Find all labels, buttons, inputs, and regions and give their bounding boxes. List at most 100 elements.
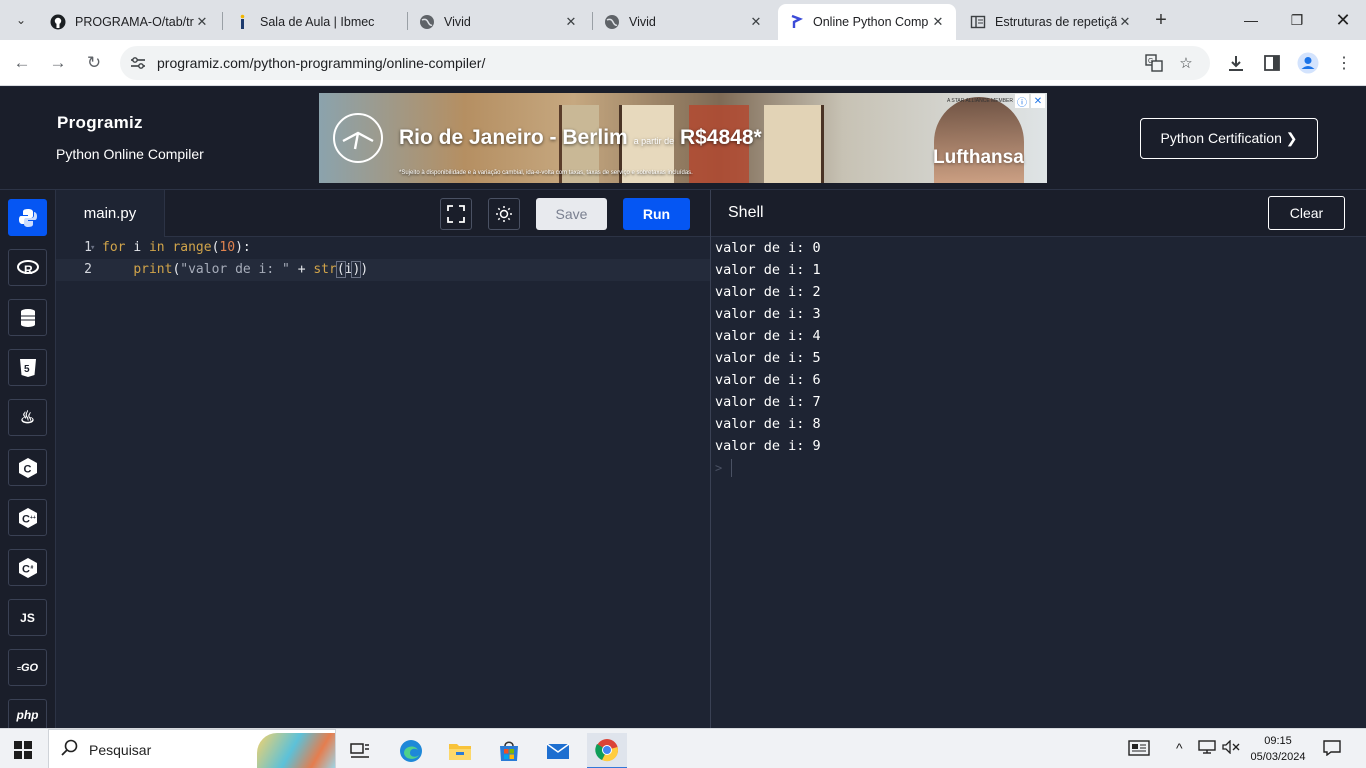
close-icon[interactable]: ✕	[1031, 94, 1045, 108]
forward-button[interactable]: →	[44, 49, 72, 77]
python-lang-button[interactable]	[8, 199, 47, 236]
address-bar[interactable]: programiz.com/python-programming/online-…	[120, 46, 1210, 80]
close-icon[interactable]: ✕	[748, 14, 764, 30]
lufthansa-crane-icon	[333, 113, 383, 163]
shell-output[interactable]: valor de i: 0 valor de i: 1 valor de i: …	[711, 237, 1366, 729]
advertisement-banner[interactable]: Rio de Janeiro - Berlim a partir de R$48…	[319, 93, 1047, 183]
notification-icon[interactable]	[1322, 740, 1342, 758]
save-button[interactable]: Save	[536, 198, 607, 230]
file-explorer-icon[interactable]	[440, 733, 480, 768]
programiz-logo[interactable]: Programiz	[57, 113, 143, 133]
theme-toggle-button[interactable]	[488, 198, 520, 230]
shell-cursor[interactable]	[731, 459, 732, 477]
ad-brand: Lufthansa	[933, 147, 1024, 168]
taskbar-search-box[interactable]: Pesquisar	[48, 729, 336, 768]
line-number: 2	[84, 262, 92, 277]
clock-time: 09:15	[1264, 735, 1292, 747]
ad-badge: A STAR ALLIANCE MEMBER	[946, 98, 1013, 104]
tab-divider	[407, 12, 408, 30]
code-text[interactable]: print("valor de i: " + str(i))	[102, 259, 368, 281]
back-button[interactable]: ←	[8, 49, 36, 77]
programiz-icon	[788, 14, 804, 30]
sql-lang-button[interactable]	[8, 299, 47, 336]
close-window-button[interactable]: ✕	[1320, 0, 1366, 40]
ad-choices[interactable]: A STAR ALLIANCE MEMBER ⓘ ✕	[946, 94, 1045, 109]
clear-button[interactable]: Clear	[1268, 196, 1345, 230]
restore-button[interactable]: ❐	[1274, 0, 1320, 40]
run-button[interactable]: Run	[623, 198, 690, 230]
browser-tab-strip: ⌄ PROGRAMA-O/tab/tr ✕ Sala de Aula | Ibm…	[0, 0, 1366, 40]
minimize-button[interactable]: —	[1228, 0, 1274, 40]
code-line-active[interactable]: 2 print("valor de i: " + str(i))	[56, 259, 710, 281]
globe-icon	[604, 14, 620, 30]
browser-tab-vivid-2[interactable]: Vivid ✕	[594, 4, 774, 40]
code-editor[interactable]: 1 ▾ for i in range(10): 2 print("valor d…	[56, 237, 710, 729]
csharp-icon: C #	[18, 557, 37, 578]
browser-toolbar: ← → ↻ programiz.com/python-programming/o…	[0, 40, 1366, 86]
reload-button[interactable]: ↻	[80, 49, 108, 77]
tab-search-button[interactable]: ⌄	[8, 8, 34, 32]
tab-title: Vivid	[444, 15, 471, 29]
go-lang-button[interactable]: =GO	[8, 649, 47, 686]
js-lang-button[interactable]: JS	[8, 599, 47, 636]
tab-title: Estruturas de repetiçã	[995, 15, 1117, 29]
volume-muted-icon[interactable]	[1222, 739, 1240, 757]
microsoft-store-icon[interactable]	[489, 733, 529, 768]
code-text[interactable]: for i in range(10):	[102, 237, 251, 259]
url-text[interactable]: programiz.com/python-programming/online-…	[157, 55, 485, 71]
translate-icon[interactable]: G	[1144, 53, 1164, 73]
search-highlight-image	[257, 733, 335, 768]
php-lang-button[interactable]: php	[8, 699, 47, 729]
fold-arrow-icon[interactable]: ▾	[90, 237, 95, 259]
line-number: 1	[84, 240, 92, 255]
svg-text:C: C	[22, 563, 30, 575]
download-icon[interactable]	[1224, 51, 1248, 75]
browser-tab-estruturas[interactable]: Estruturas de repetiçã ✕	[960, 4, 1143, 40]
java-lang-button[interactable]: ♨	[8, 399, 47, 436]
windows-start-icon[interactable]	[14, 741, 32, 759]
output-line: valor de i: 3	[715, 306, 821, 322]
csharp-lang-button[interactable]: C #	[8, 549, 47, 586]
site-info-icon[interactable]	[128, 53, 148, 73]
side-panel-icon[interactable]	[1260, 51, 1284, 75]
python-icon	[18, 208, 37, 227]
r-lang-button[interactable]: R	[8, 249, 47, 286]
profile-avatar[interactable]	[1296, 51, 1320, 75]
close-icon[interactable]: ✕	[1117, 14, 1133, 30]
news-widget-icon[interactable]	[1128, 740, 1150, 759]
html-lang-button[interactable]: 5	[8, 349, 47, 386]
chevron-up-icon[interactable]: ^	[1176, 740, 1183, 756]
close-icon[interactable]: ✕	[194, 14, 210, 30]
chrome-icon[interactable]	[587, 733, 627, 768]
file-tab-main-py[interactable]: main.py	[56, 190, 165, 237]
sun-icon	[496, 206, 512, 222]
edge-icon[interactable]	[391, 733, 431, 768]
php-icon: php	[16, 707, 39, 722]
browser-tab-github[interactable]: PROGRAMA-O/tab/tr ✕	[40, 4, 220, 40]
fullscreen-button[interactable]	[440, 198, 472, 230]
browser-tab-ibmec[interactable]: Sala de Aula | Ibmec	[225, 4, 405, 40]
globe-icon	[419, 14, 435, 30]
tab-divider	[222, 12, 223, 30]
more-menu-icon[interactable]: ⋮	[1332, 51, 1356, 75]
code-line[interactable]: 1 ▾ for i in range(10):	[56, 237, 710, 259]
new-tab-button[interactable]: +	[1150, 9, 1172, 31]
page-subtitle: Python Online Compiler	[56, 146, 204, 162]
output-line: valor de i: 1	[715, 262, 821, 278]
mail-icon[interactable]	[538, 733, 578, 768]
svg-text:#: #	[30, 565, 33, 571]
browser-tab-vivid-1[interactable]: Vivid ✕	[409, 4, 589, 40]
system-clock[interactable]: 09:15 05/03/2024	[1246, 733, 1310, 765]
network-icon[interactable]	[1198, 740, 1216, 757]
info-icon[interactable]: ⓘ	[1015, 94, 1029, 109]
browser-tab-programiz[interactable]: Online Python Comp ✕	[778, 4, 956, 40]
task-view-icon[interactable]	[340, 733, 380, 768]
search-placeholder: Pesquisar	[89, 742, 152, 758]
shell-title: Shell	[728, 204, 764, 221]
c-lang-button[interactable]: C	[8, 449, 47, 486]
bookmark-star-icon[interactable]: ☆	[1176, 53, 1196, 73]
python-certification-button[interactable]: Python Certification ❯	[1140, 118, 1318, 159]
cpp-lang-button[interactable]: C ++	[8, 499, 47, 536]
close-icon[interactable]: ✕	[930, 14, 946, 30]
close-icon[interactable]: ✕	[563, 14, 579, 30]
